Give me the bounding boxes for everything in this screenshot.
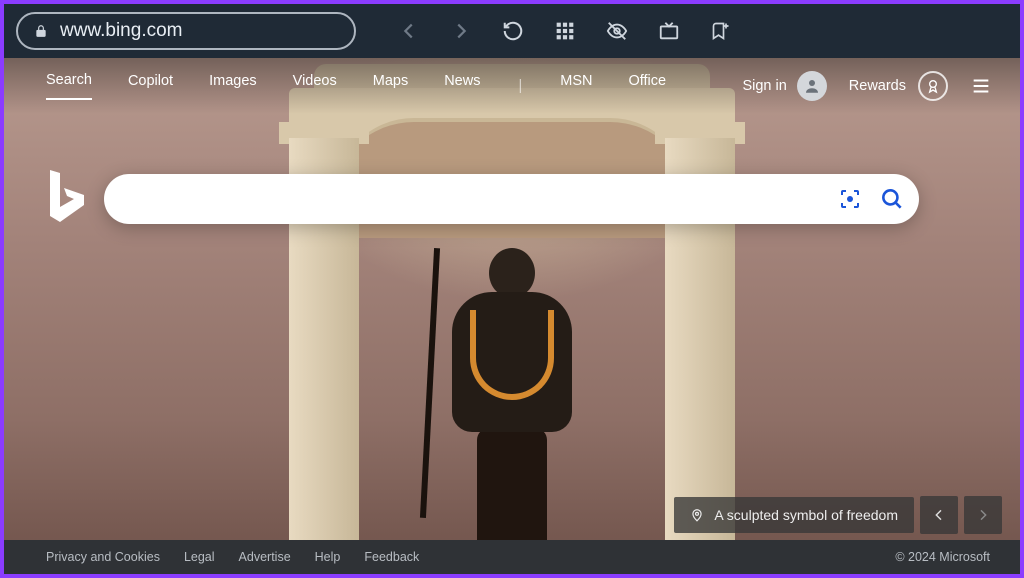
nav-videos[interactable]: Videos xyxy=(293,73,337,99)
footer-copyright: © 2024 Microsoft xyxy=(895,550,990,564)
nav-news[interactable]: News xyxy=(444,73,480,99)
hamburger-menu-icon[interactable] xyxy=(970,75,992,97)
visual-search-icon[interactable] xyxy=(837,186,863,212)
nav-search[interactable]: Search xyxy=(46,72,92,100)
search-input[interactable] xyxy=(124,174,837,224)
rewards-button[interactable]: Rewards xyxy=(849,71,948,101)
bing-top-nav: Search Copilot Images Videos Maps News |… xyxy=(4,58,1020,114)
privacy-eye-off-icon[interactable] xyxy=(606,20,628,42)
hero-caption[interactable]: A sculpted symbol of freedom xyxy=(674,497,914,533)
nav-images[interactable]: Images xyxy=(209,73,257,99)
nav-separator: | xyxy=(518,78,522,94)
hero-next-button[interactable] xyxy=(964,496,1002,534)
bing-logo-icon[interactable] xyxy=(44,168,88,224)
nav-right: Sign in Rewards xyxy=(742,71,992,101)
search-bar[interactable] xyxy=(104,174,919,224)
apps-grid-icon[interactable] xyxy=(554,20,576,42)
hero-statue-illustration xyxy=(432,248,592,558)
footer: Privacy and Cookies Legal Advertise Help… xyxy=(4,540,1020,574)
medal-icon xyxy=(918,71,948,101)
search-submit-icon[interactable] xyxy=(879,186,905,212)
hero-caption-bar: A sculpted symbol of freedom xyxy=(674,496,1002,534)
avatar-icon xyxy=(797,71,827,101)
search-bar-actions xyxy=(837,186,905,212)
browser-controls xyxy=(398,20,732,42)
lock-icon xyxy=(34,23,48,39)
address-bar[interactable]: www.bing.com xyxy=(16,12,356,50)
nav-copilot[interactable]: Copilot xyxy=(128,73,173,99)
reload-icon[interactable] xyxy=(502,20,524,42)
bookmark-add-icon[interactable] xyxy=(710,20,732,42)
footer-legal[interactable]: Legal xyxy=(184,550,215,564)
footer-help[interactable]: Help xyxy=(315,550,341,564)
back-icon[interactable] xyxy=(398,20,420,42)
map-pin-icon xyxy=(690,508,704,522)
footer-privacy[interactable]: Privacy and Cookies xyxy=(46,550,160,564)
tv-icon[interactable] xyxy=(658,20,680,42)
browser-toolbar: www.bing.com xyxy=(4,4,1020,58)
hero-prev-button[interactable] xyxy=(920,496,958,534)
nav-office[interactable]: Office xyxy=(628,73,666,99)
footer-advert[interactable]: Advertise xyxy=(239,550,291,564)
forward-icon[interactable] xyxy=(450,20,472,42)
page-content: Search Copilot Images Videos Maps News |… xyxy=(4,58,1020,574)
footer-feedback[interactable]: Feedback xyxy=(364,550,419,564)
rewards-label: Rewards xyxy=(849,78,906,94)
nav-left-links: Search Copilot Images Videos Maps News |… xyxy=(46,72,666,100)
address-bar-url: www.bing.com xyxy=(60,20,183,42)
nav-maps[interactable]: Maps xyxy=(373,73,408,99)
signin-button[interactable]: Sign in xyxy=(742,71,826,101)
nav-msn[interactable]: MSN xyxy=(560,73,592,99)
signin-label: Sign in xyxy=(742,78,786,94)
hero-caption-text: A sculpted symbol of freedom xyxy=(714,507,898,523)
